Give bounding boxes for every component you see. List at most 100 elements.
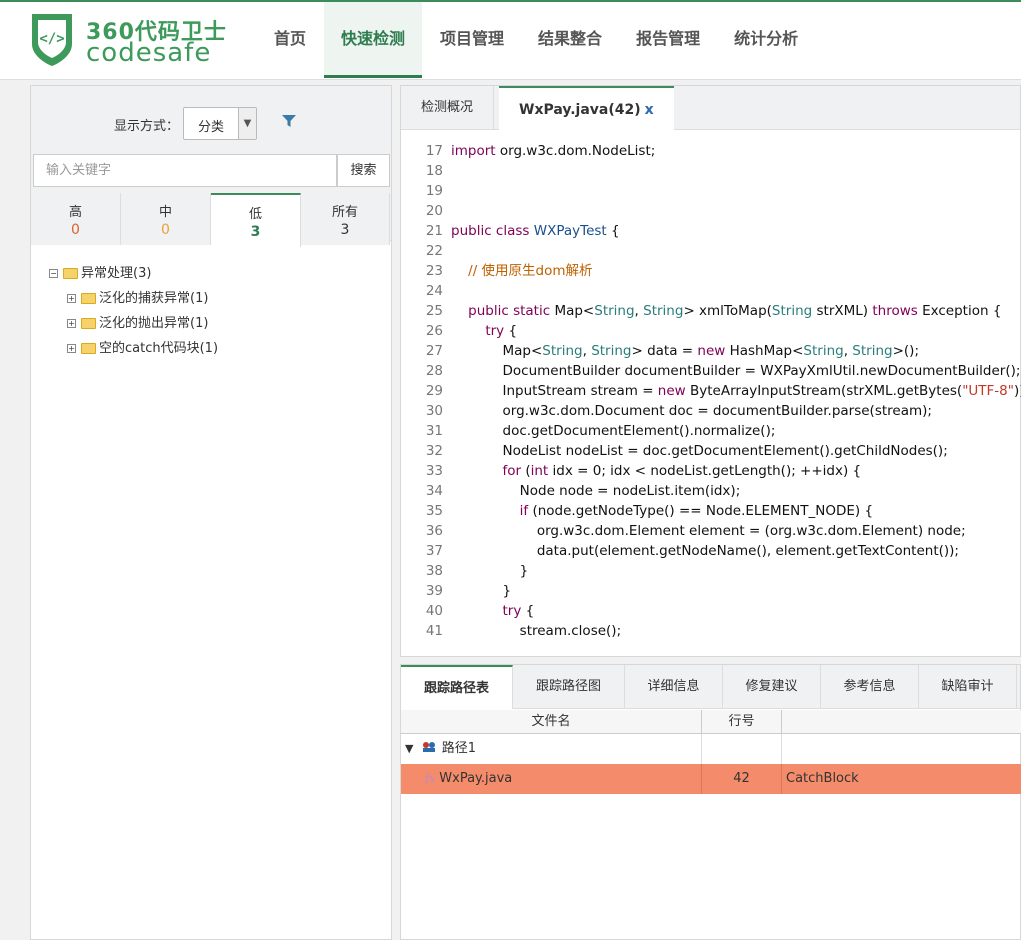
svg-text:</>: </> — [39, 31, 64, 47]
code-line: 29 InputStream stream = new ByteArrayInp… — [401, 381, 1021, 401]
search-button[interactable]: 搜索 — [337, 154, 390, 187]
tree-node-child[interactable]: + 空的catch代码块(1) — [49, 336, 218, 361]
expand-icon[interactable]: + — [67, 344, 76, 353]
code-line: 40 try { — [401, 601, 1020, 621]
code-line: 27 Map<String, String> data = new HashMa… — [401, 341, 1020, 361]
code-tabs: 检测概况 WxPay.java(42) x — [401, 86, 1020, 131]
path-group-icon — [422, 742, 435, 752]
trace-panel: 跟踪路径表 跟踪路径图 详细信息 修复建议 参考信息 缺陷审计 文件名 行号 ▼ 路径1 … — [400, 664, 1021, 940]
nav-item-4[interactable]: 报告管理 — [620, 2, 716, 78]
nav-item-2[interactable]: 项目管理 — [424, 2, 520, 78]
source-code: 17 import org.w3c.dom.NodeList; 18 19 20 21 pu… — [401, 141, 1021, 641]
code-line: 33 for (int idx = 0; idx < nodeList.getL… — [401, 461, 1020, 481]
code-line: 41 stream.close(); — [401, 621, 1020, 641]
code-line: 28 DocumentBuilder documentBuilder = WXP… — [401, 361, 1021, 381]
nav-item-5[interactable]: 统计分析 — [718, 2, 814, 78]
code-text: try { — [502, 603, 535, 619]
search-input[interactable]: 输入关键字 — [33, 154, 337, 187]
trace-tab-2[interactable]: 详细信息 — [625, 665, 723, 709]
tree-node-root[interactable]: − 异常处理(3) — [49, 261, 218, 286]
tree-node-child[interactable]: + 泛化的捕获异常(1) — [49, 286, 218, 311]
severity-count: 3 — [250, 224, 261, 240]
group-line-cell — [702, 734, 782, 764]
code-text: InputStream stream = new ByteArrayInputS… — [451, 383, 1021, 399]
tree-node-label: 泛化的抛出异常(1) — [99, 315, 209, 331]
code-line: 34 Node node = nodeList.item(idx); — [401, 481, 1020, 501]
trace-group-row[interactable]: ▼ 路径1 — [401, 734, 1021, 764]
shield-code-icon: </> — [32, 14, 72, 66]
trace-tab-3[interactable]: 修复建议 — [723, 665, 821, 709]
code-line: 36 org.w3c.dom.Element element = (org.w3… — [401, 521, 1020, 541]
filter-icon[interactable] — [281, 113, 297, 129]
defect-tree-panel: 显示方式： 分类 ▼ 输入关键字 搜索 高 0 中 0 低 3 所有 3 − 异常处理(3) + 泛… — [30, 85, 392, 940]
code-text: org.w3c.dom.Element element = (org.w3c.d… — [451, 523, 966, 539]
collapse-icon[interactable]: − — [49, 269, 58, 278]
tree-node-label: 空的catch代码块(1) — [99, 340, 219, 356]
function-icon: fx — [425, 772, 436, 785]
close-icon[interactable]: x — [645, 102, 654, 118]
line-number: 18 — [425, 163, 443, 179]
line-number: 28 — [425, 363, 443, 379]
line-number: 40 — [425, 603, 443, 619]
trace-table-header: 文件名 行号 — [401, 710, 1021, 734]
severity-tab-2[interactable]: 低3 — [211, 193, 301, 247]
nav-item-3[interactable]: 结果整合 — [522, 2, 618, 78]
nav-item-0[interactable]: 首页 — [258, 2, 322, 78]
line-number: 30 — [425, 403, 443, 419]
line-number: 26 — [425, 323, 443, 339]
trace-tab-5[interactable]: 缺陷审计 — [919, 665, 1017, 709]
expand-icon[interactable]: + — [67, 294, 76, 303]
code-line: 22 — [401, 241, 1020, 261]
code-text: if (node.getNodeType() == Node.ELEMENT_N… — [519, 503, 874, 519]
col-line[interactable]: 行号 — [702, 710, 782, 734]
col-type[interactable] — [782, 710, 1021, 734]
code-line: 32 NodeList nodeList = doc.getDocumentEl… — [401, 441, 1020, 461]
display-mode-select[interactable]: 分类 ▼ — [183, 107, 257, 140]
folder-icon — [81, 343, 96, 354]
line-number: 29 — [425, 383, 443, 399]
trace-tab-0[interactable]: 跟踪路径表 — [401, 665, 513, 709]
col-filename[interactable]: 文件名 — [401, 710, 702, 734]
code-text: import org.w3c.dom.NodeList; — [451, 143, 656, 159]
line-number: 21 — [425, 223, 443, 239]
trace-row-selected[interactable]: fx WxPay.java 42 CatchBlock — [401, 764, 1021, 794]
severity-count: 3 — [340, 222, 350, 238]
line-number: 41 — [425, 623, 443, 639]
line-number: 35 — [425, 503, 443, 519]
severity-tab-1[interactable]: 中0 — [121, 193, 211, 245]
line-number: 32 — [425, 443, 443, 459]
line-number: 17 — [425, 143, 443, 159]
severity-tabs: 高 0 中 0 低 3 所有 3 — [31, 193, 391, 247]
code-text: Map<String, String> data = new HashMap<S… — [451, 343, 919, 359]
code-text: // 使用原生dom解析 — [468, 263, 593, 279]
line-number: 38 — [425, 563, 443, 579]
trace-line: 42 — [702, 764, 782, 794]
line-number: 36 — [425, 523, 443, 539]
code-text: } — [451, 583, 512, 599]
trace-tab-4[interactable]: 参考信息 — [821, 665, 919, 709]
expand-icon[interactable]: + — [67, 319, 76, 328]
severity-tab-label: 低 — [248, 207, 262, 222]
code-line: 35 if (node.getNodeType() == Node.ELEMEN… — [401, 501, 1020, 521]
display-mode-value: 分类 — [198, 120, 225, 135]
code-line: 31 doc.getDocumentElement().normalize(); — [401, 421, 1020, 441]
severity-tab-0[interactable]: 高0 — [31, 193, 121, 245]
chevron-down-icon: ▼ — [238, 108, 256, 139]
tree-node-label: 泛化的捕获异常(1) — [99, 290, 209, 306]
tab-source-file[interactable]: WxPay.java(42) x — [499, 86, 674, 131]
severity-tab-3[interactable]: 所有 3 — [301, 193, 390, 245]
trace-tabs: 跟踪路径表 跟踪路径图 详细信息 修复建议 参考信息 缺陷审计 — [401, 665, 1020, 709]
trace-tab-1[interactable]: 跟踪路径图 — [513, 665, 625, 709]
line-number: 24 — [425, 283, 443, 299]
nav-item-1[interactable]: 快速检测 — [324, 2, 423, 78]
line-number: 22 — [425, 243, 443, 259]
code-text: Node node = nodeList.item(idx); — [451, 483, 741, 499]
logo[interactable]: </> 360代码卫士 codesafe — [28, 12, 228, 70]
line-number: 39 — [425, 583, 443, 599]
tab-source-file-label: WxPay.java(42) — [519, 102, 641, 118]
line-number: 37 — [425, 543, 443, 559]
expand-triangle-icon[interactable]: ▼ — [405, 742, 413, 755]
code-text: DocumentBuilder documentBuilder = WXPayX… — [451, 363, 1021, 379]
tab-overview[interactable]: 检测概况 — [401, 86, 495, 130]
tree-node-child[interactable]: + 泛化的抛出异常(1) — [49, 311, 218, 336]
